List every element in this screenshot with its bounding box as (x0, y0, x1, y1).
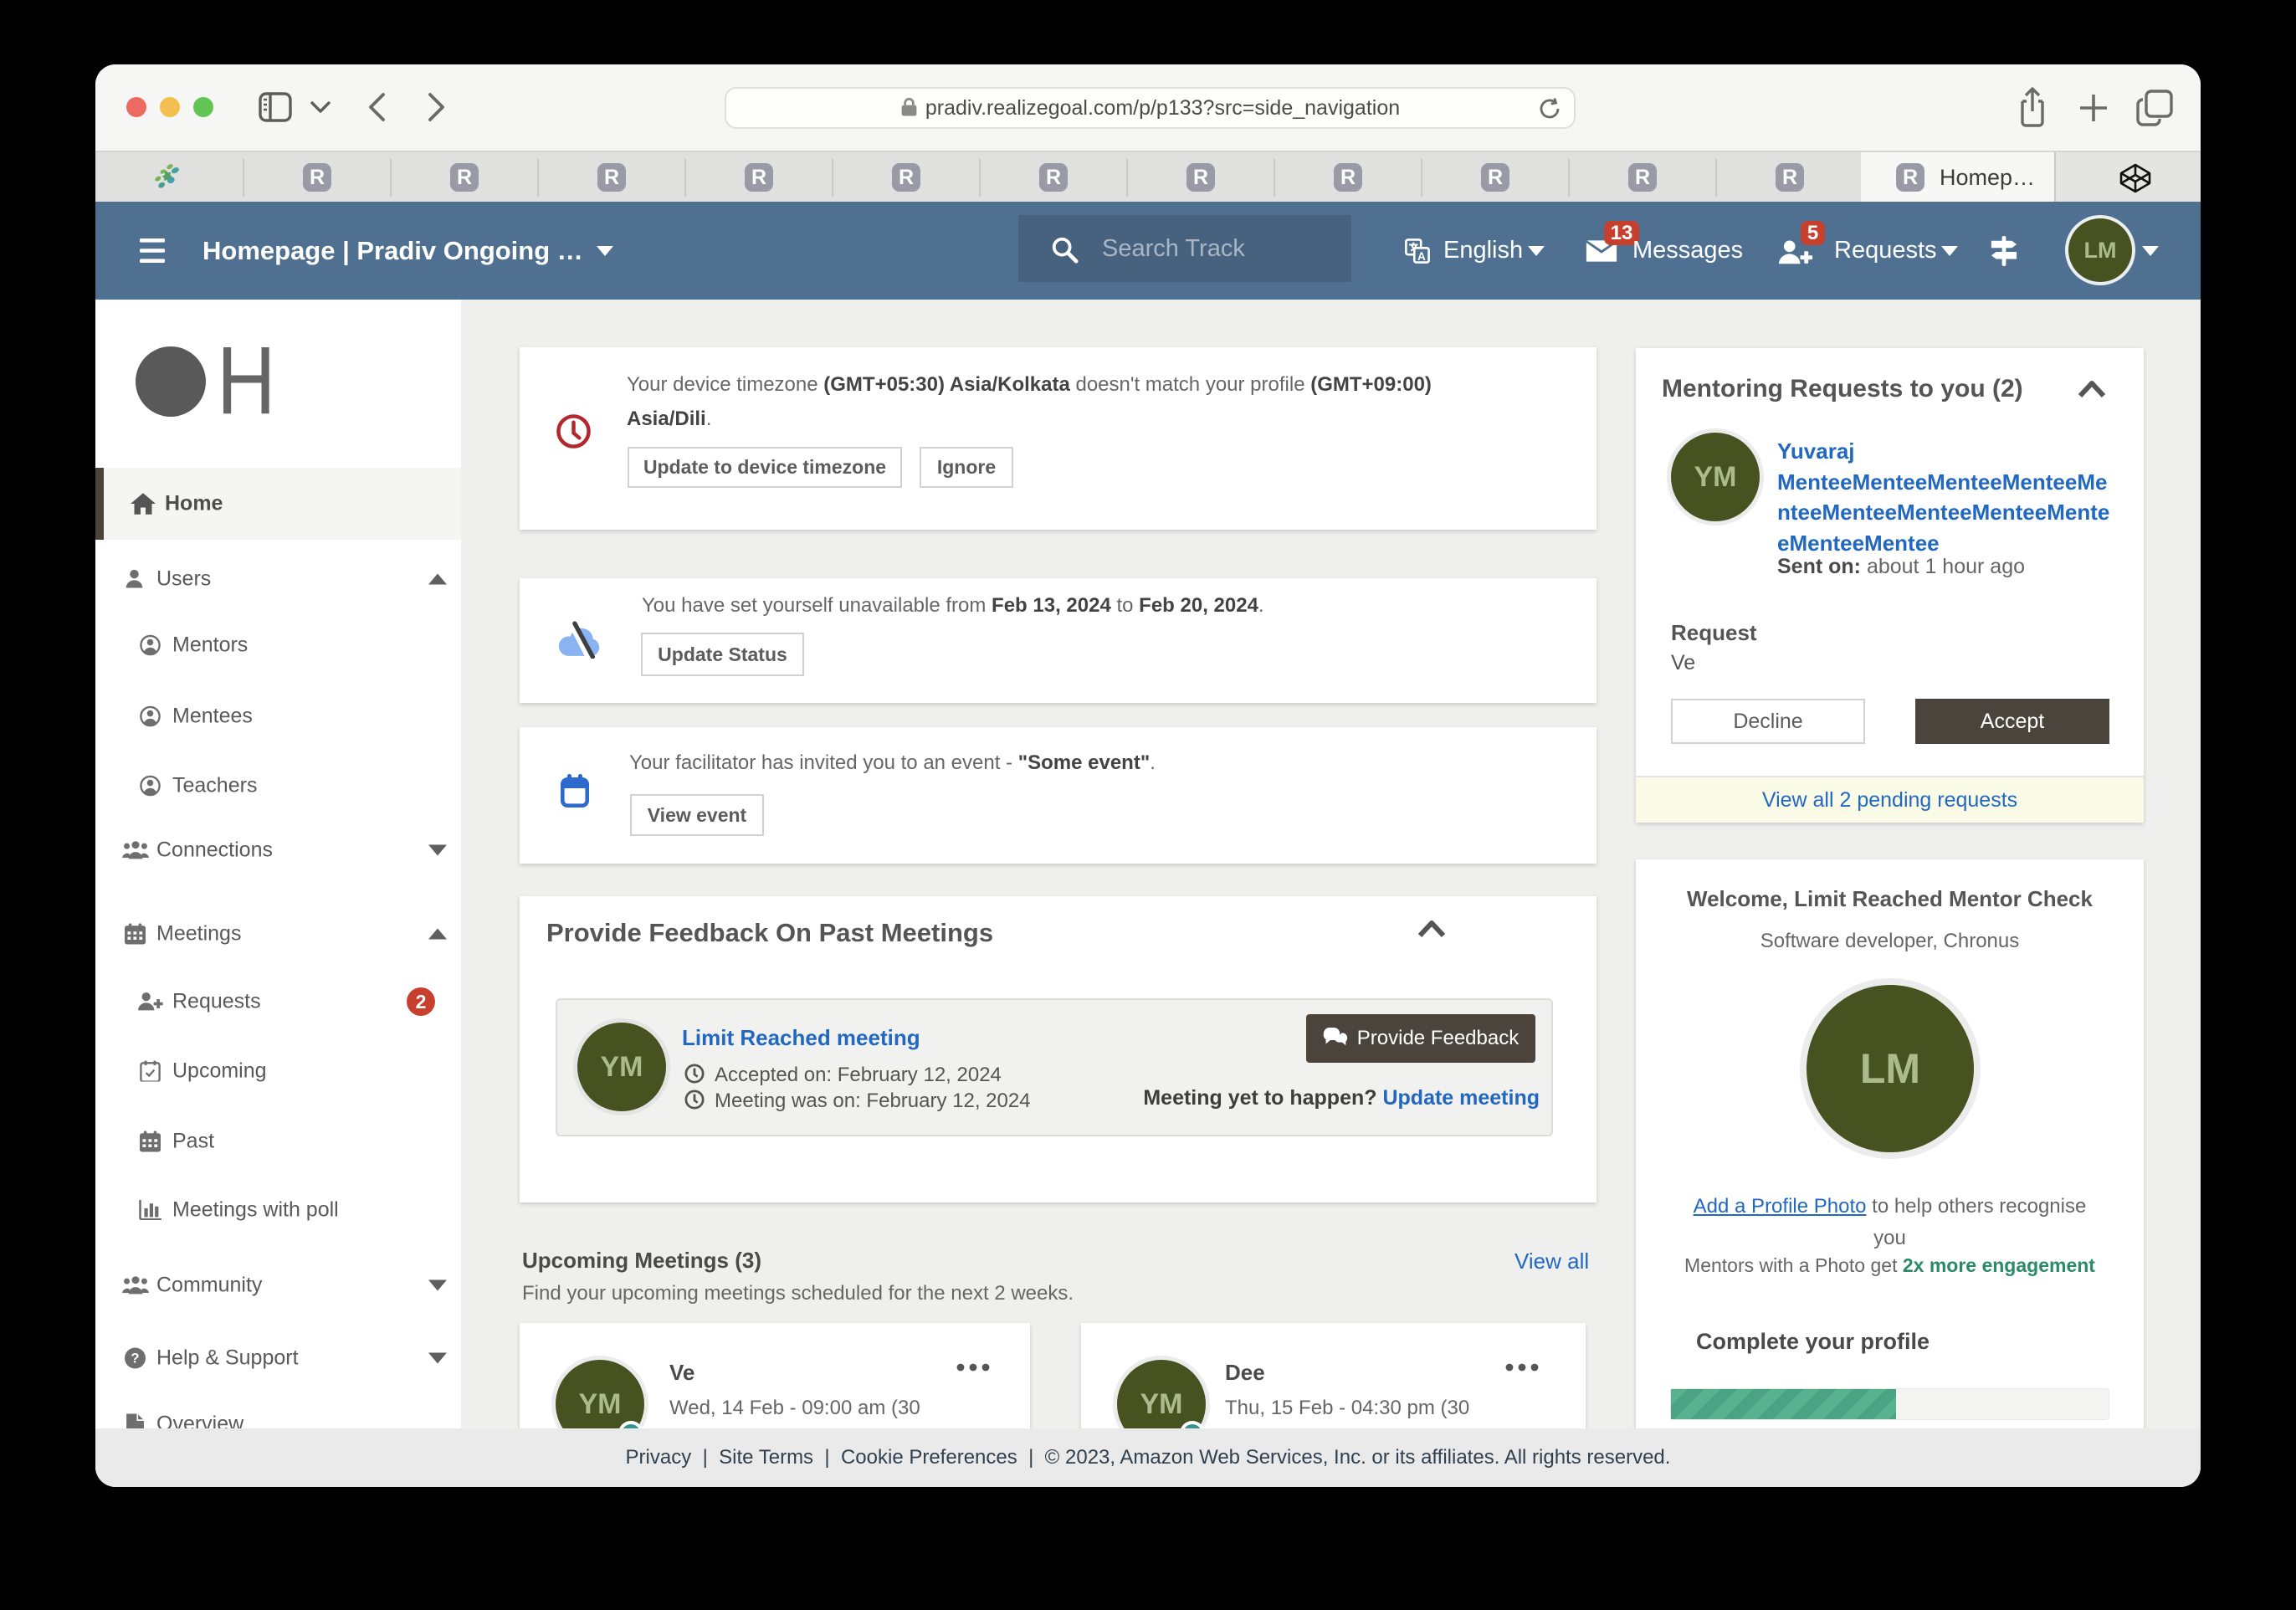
svg-text:A: A (1417, 250, 1426, 263)
svg-text:?: ? (131, 1351, 139, 1366)
